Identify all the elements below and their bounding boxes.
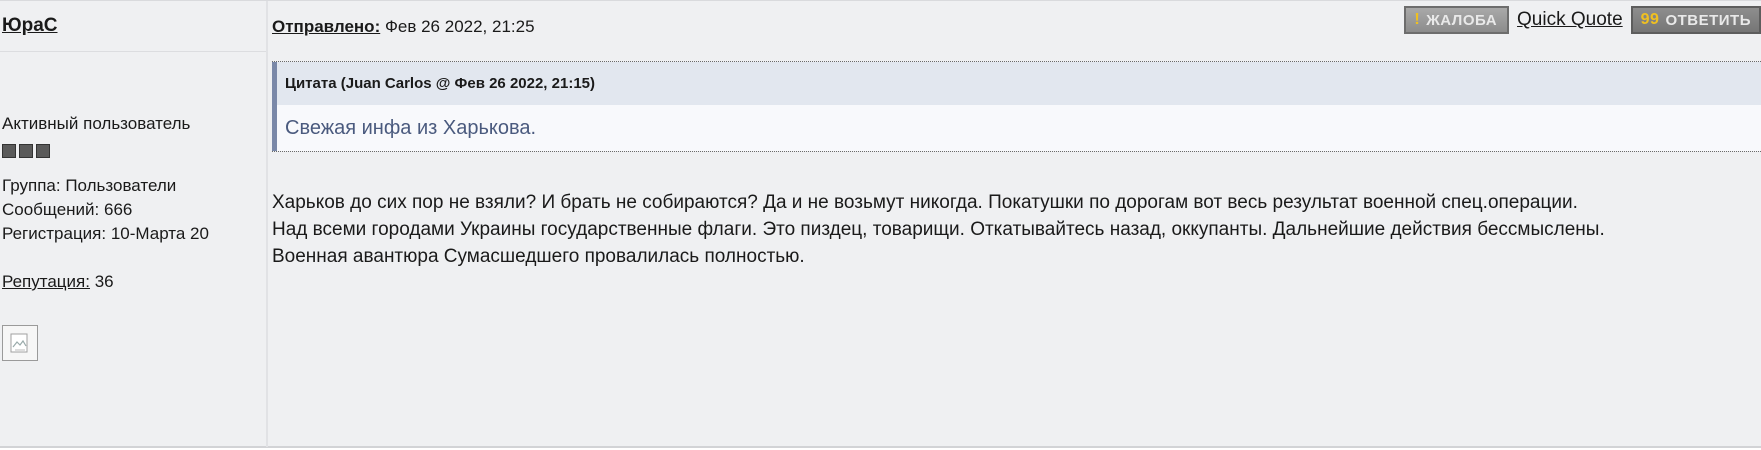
post-line: Военная авантюра Сумасшедшего провалилас… <box>272 246 805 267</box>
report-button-label: ЖАЛОБА <box>1426 11 1498 29</box>
exclamation-icon: ! <box>1414 11 1421 28</box>
user-registration: Регистрация: 10-Марта 20 <box>2 224 209 243</box>
author-name-link[interactable]: ЮраС <box>2 15 58 37</box>
rank-pip <box>19 144 33 158</box>
quote-header: Цитата (Juan Carlos @ Фев 26 2022, 21:15… <box>272 62 1761 105</box>
quote-text: Свежая инфа из Харькова. <box>272 105 1761 151</box>
user-post-count: Сообщений: 666 <box>2 200 133 219</box>
post-body: Харьков до сих пор не взяли? И брать не … <box>272 189 1761 270</box>
quote-label: Цитата <box>285 75 337 92</box>
sent-date: Фев 26 2022, 21:25 <box>384 17 535 36</box>
broken-image-icon[interactable] <box>2 325 38 361</box>
rank-pip <box>36 144 50 158</box>
user-group: Группа: Пользователи <box>2 176 177 195</box>
reputation-link[interactable]: Репутация: <box>2 272 90 291</box>
post-line: Над всеми городами Украины государственн… <box>272 219 1605 240</box>
quote-block: Цитата (Juan Carlos @ Фев 26 2022, 21:15… <box>272 61 1761 152</box>
quick-quote-link[interactable]: Quick Quote <box>1515 9 1625 31</box>
author-panel: ЮраС Активный пользователь Группа: Польз… <box>0 1 268 447</box>
post-actions: ! ЖАЛОБА Quick Quote 99 ОТВЕТИТЬ <box>1404 6 1761 34</box>
forum-post: ЮраС Активный пользователь Группа: Польз… <box>0 0 1761 448</box>
post-content: Отправлено: Фев 26 2022, 21:25 ! ЖАЛОБА … <box>268 1 1761 447</box>
user-reputation: Репутация: 36 <box>2 272 114 292</box>
quote-source: (Juan Carlos @ Фев 26 2022, 21:15) <box>340 75 596 92</box>
rank-pip <box>2 144 16 158</box>
post-line: Харьков до сих пор не взяли? И брать не … <box>272 192 1578 213</box>
reply-button[interactable]: 99 ОТВЕТИТЬ <box>1630 6 1761 34</box>
user-title: Активный пользователь <box>2 114 191 133</box>
quote-marks-icon: 99 <box>1640 11 1660 28</box>
rank-pips <box>2 144 50 158</box>
reputation-value: 36 <box>94 272 114 291</box>
author-header: ЮраС <box>0 1 266 52</box>
post-date-row: Отправлено: Фев 26 2022, 21:25 <box>272 17 535 37</box>
reply-button-label: ОТВЕТИТЬ <box>1665 11 1751 29</box>
sent-label: Отправлено: <box>272 17 381 36</box>
report-button[interactable]: ! ЖАЛОБА <box>1404 6 1510 34</box>
